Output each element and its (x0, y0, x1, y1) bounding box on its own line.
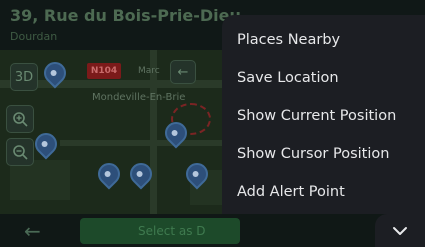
menu-item-label: Places Nearby (237, 32, 341, 48)
map-block (10, 160, 70, 200)
map-road (60, 140, 230, 146)
arrow-left-icon: ← (24, 219, 41, 243)
arrow-left-icon: ← (177, 64, 189, 80)
zoom-in-button[interactable] (6, 105, 34, 133)
address-title: 39, Rue du Bois-Prie-Dieu (10, 6, 241, 25)
menu-item-label: Show Current Position (237, 108, 397, 124)
context-menu: Places Nearby Save Location Show Current… (222, 15, 425, 214)
menu-collapse-button[interactable] (375, 214, 425, 247)
road-label: Marc (138, 66, 160, 76)
menu-item-label: Add Alert Point (237, 184, 345, 200)
select-button-label: Select as D (138, 224, 206, 238)
map-back-arrow-button[interactable]: ← (170, 60, 196, 84)
menu-item-show-cursor-position[interactable]: Show Cursor Position (222, 135, 425, 173)
menu-item-label: Show Cursor Position (237, 146, 390, 162)
zoom-out-icon (13, 145, 28, 160)
chevron-down-icon (393, 226, 407, 235)
menu-item-show-current-position[interactable]: Show Current Position (222, 97, 425, 135)
address-subtitle: Dourdan (10, 30, 58, 43)
poi-pin-icon[interactable] (30, 128, 62, 160)
navigation-screen: 39, Rue du Bois-Prie-Dieu Dourdan 3D ← N… (0, 0, 425, 247)
poi-pin-icon[interactable] (93, 158, 125, 190)
3d-view-button[interactable]: 3D (10, 63, 38, 91)
town-label: Mondeville-En-Brie (92, 92, 186, 103)
zoom-in-icon (13, 112, 28, 127)
menu-item-add-alert-point[interactable]: Add Alert Point (222, 173, 425, 211)
select-as-destination-button[interactable]: Select as D (80, 218, 240, 244)
menu-item-label: Save Location (237, 70, 339, 86)
3d-label: 3D (14, 69, 34, 85)
zoom-out-button[interactable] (6, 138, 34, 166)
menu-item-save-location[interactable]: Save Location (222, 59, 425, 97)
road-number-sign: N104 (87, 63, 121, 79)
menu-item-places-nearby[interactable]: Places Nearby (222, 21, 425, 59)
back-button[interactable]: ← (24, 219, 41, 243)
